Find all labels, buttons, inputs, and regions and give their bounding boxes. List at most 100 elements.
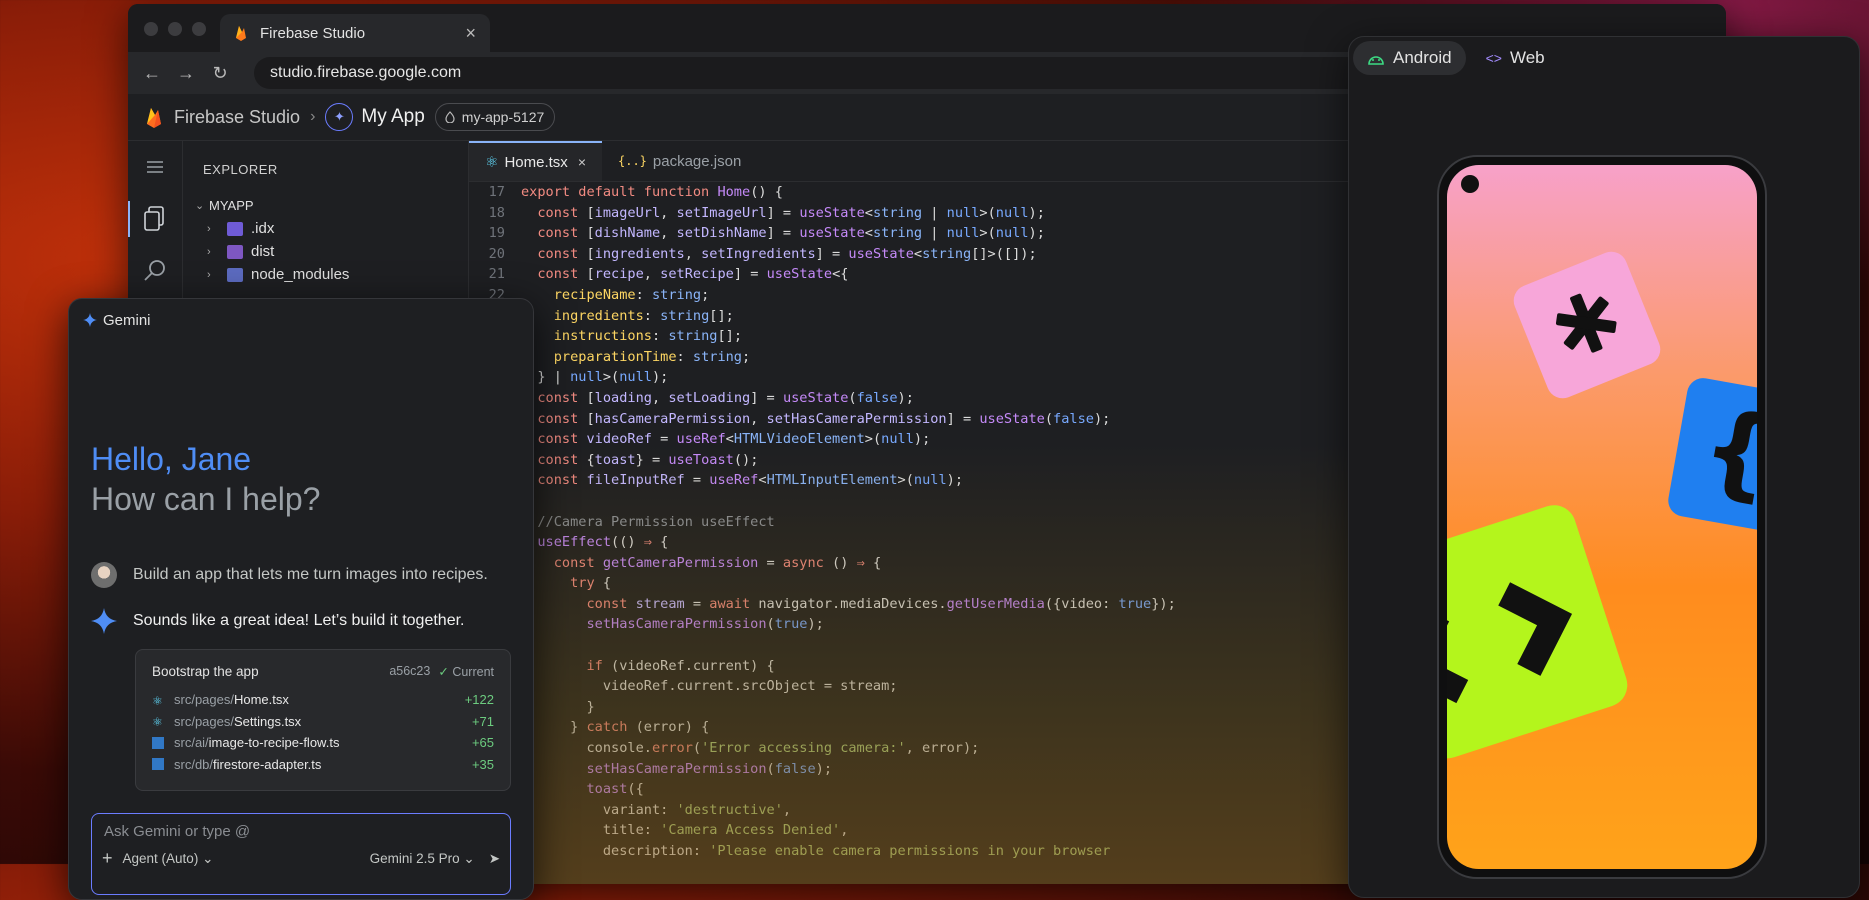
browser-tab[interactable]: Firebase Studio × [220,14,490,52]
agent-mode-label: Agent (Auto) [122,850,199,866]
file-name: Home.tsx [233,692,289,708]
chevron-down-icon: ⌄ [202,850,214,866]
commit-title: Bootstrap the app [152,664,259,679]
tree-item-label: dist [251,243,275,260]
android-icon [1368,56,1384,65]
check-icon: ✓ [438,665,449,679]
commit-meta: a56c23 ✓ Current [389,664,494,679]
project-flame-icon [445,111,455,123]
agent-mode-select[interactable]: Agent (Auto) ⌄ [123,851,214,867]
device-preview-panel: Android <> Web { [1348,36,1860,898]
chevron-right-icon: › [207,245,211,258]
project-badge[interactable]: my-app-5127 [434,103,556,131]
tab-label: Home.tsx [504,153,568,171]
maximize-window-button[interactable] [192,22,206,36]
file-row[interactable]: ⚛ src/pages/Settings.tsx +71 [136,711,510,733]
search-icon[interactable] [128,245,182,297]
json-icon: {..} [618,154,647,168]
studio-brand[interactable]: Firebase Studio [174,107,300,128]
braces-tile: { [1668,378,1757,534]
folder-icon [227,267,243,282]
phone-screen[interactable]: { [1447,165,1757,869]
gemini-input-box: + Agent (Auto) ⌄ Gemini 2.5 Pro ⌄ ➤ [91,813,511,895]
folder-icon [227,221,243,236]
send-icon[interactable]: ➤ [489,851,500,867]
commit-status-label: Current [452,665,494,679]
folder-icon [227,244,243,259]
greeting: Hello, Jane [91,441,252,477]
project-id: my-app-5127 [461,109,545,125]
user-message: Build an app that lets me turn images in… [91,562,488,588]
commit-hash: a56c23 [389,664,431,678]
lines-added: +35 [471,756,494,772]
file-path: src/pages/Settings.tsx [174,714,472,729]
react-icon: ⚛ [152,693,163,708]
app-icon: ✦ [325,103,354,131]
tab-label: Web [1509,48,1545,67]
tree-item-node-modules[interactable]: › node_modules [183,263,468,286]
gemini-panel: Gemini Hello, Jane How can I help? Build… [68,298,534,900]
file-row[interactable]: src/ai/image-to-recipe-flow.ts +65 [136,732,510,754]
tree-root[interactable]: ⌄ MYAPP [183,194,468,217]
react-icon: ⚛ [485,154,499,171]
app-splash-art: { [1447,251,1757,759]
tab-home-tsx[interactable]: ⚛ Home.tsx × [469,141,602,181]
model-label: Gemini 2.5 Pro [369,850,460,866]
tree-root-label: MYAPP [209,198,254,213]
reload-icon[interactable]: ↻ [210,63,230,83]
tab-package-json[interactable]: {..} package.json [602,141,757,181]
chevron-down-icon: ⌄ [195,200,205,212]
code-brackets-tile [1447,505,1628,759]
tree-item-dist[interactable]: › dist [183,240,468,263]
lines-added: +71 [471,713,494,729]
file-path: src/db/firestore-adapter.ts [174,757,472,772]
file-dir: src/db/ [174,756,214,772]
commit-card[interactable]: Bootstrap the app a56c23 ✓ Current ⚛ src… [135,649,511,791]
file-name: image-to-recipe-flow.ts [208,735,340,751]
file-name: firestore-adapter.ts [213,756,322,772]
close-tab-icon[interactable]: × [465,23,476,44]
gemini-input-toolbar: + Agent (Auto) ⌄ Gemini 2.5 Pro ⌄ ➤ [102,848,500,869]
file-path: src/ai/image-to-recipe-flow.ts [174,735,472,750]
close-tab-icon[interactable]: × [578,154,586,170]
file-row[interactable]: ⚛ src/pages/Home.tsx +122 [136,689,510,711]
url-text: studio.firebase.google.com [270,64,462,81]
file-dir: src/ai/ [174,735,209,751]
add-icon[interactable]: + [102,848,113,869]
code-brackets-icon: <> [1485,50,1502,66]
tree-item-idx[interactable]: › .idx [183,217,468,240]
file-path: src/pages/Home.tsx [174,692,465,707]
lines-added: +122 [464,692,494,708]
gemini-prompt-input[interactable] [102,820,486,842]
chevron-down-icon: ⌄ [463,850,475,866]
gemini-sparkle-icon [91,608,117,634]
tree-item-label: node_modules [251,266,350,283]
tab-label: Android [1393,48,1452,67]
file-dir: src/pages/ [174,692,234,708]
breadcrumb-chevron-icon: › [310,108,316,125]
asterisk-tile [1513,251,1661,399]
firebase-flame-icon [236,26,246,41]
menu-icon[interactable] [128,141,182,193]
minimize-window-button[interactable] [168,22,182,36]
user-message-text: Build an app that lets me turn images in… [133,566,488,583]
gemini-reply: Sounds like a great idea! Let’s build it… [91,608,464,634]
explorer-files-icon[interactable] [128,193,182,245]
lines-added: +65 [471,735,494,751]
browser-tab-title: Firebase Studio [260,24,366,42]
tab-android[interactable]: Android [1353,41,1466,75]
tab-web[interactable]: <> Web [1472,41,1559,75]
chevron-right-icon: › [207,222,211,235]
commit-card-header: Bootstrap the app a56c23 ✓ Current [136,650,510,689]
firebase-logo-icon [147,108,161,128]
file-row[interactable]: src/db/firestore-adapter.ts +35 [136,754,510,776]
back-arrow-icon[interactable]: ← [142,63,162,83]
app-name[interactable]: My App [361,106,424,128]
window-controls [144,22,206,36]
forward-arrow-icon[interactable]: → [176,63,196,83]
file-dir: src/pages/ [174,713,234,729]
gemini-title: Gemini [103,311,151,329]
model-select[interactable]: Gemini 2.5 Pro ⌄ [370,851,475,867]
close-window-button[interactable] [144,22,158,36]
gemini-reply-text: Sounds like a great idea! Let’s build it… [133,612,465,629]
